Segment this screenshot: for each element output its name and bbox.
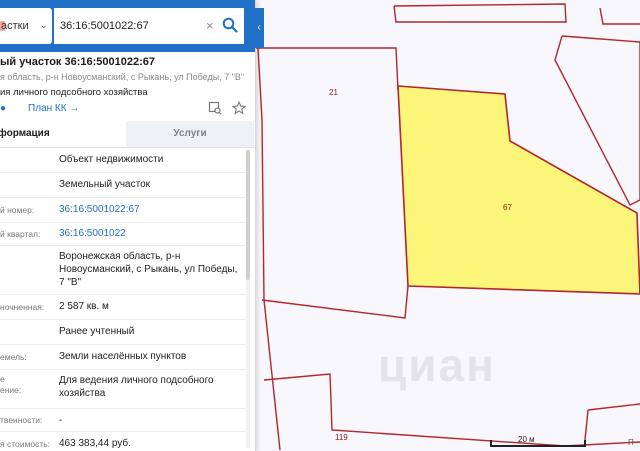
selected-parcel bbox=[397, 85, 640, 295]
cadastral-quarter-link[interactable]: 36:16:5001022 bbox=[59, 227, 245, 240]
plan-kk-label: План КК → bbox=[28, 103, 80, 114]
property-key: й номер: bbox=[0, 205, 35, 215]
search-input[interactable] bbox=[60, 8, 200, 44]
property-value: 2 587 кв. м bbox=[59, 301, 109, 312]
parcel-title: ый участок 36:16:5001022:67 bbox=[0, 56, 155, 68]
tab-information[interactable]: формация bbox=[0, 121, 125, 147]
property-row: твенности: - bbox=[0, 409, 250, 432]
search-bar: астки ⌄ × bbox=[0, 0, 255, 52]
property-row: Ранее учтенный bbox=[0, 320, 250, 345]
property-key: емель: bbox=[0, 352, 27, 362]
print-map-icon[interactable] bbox=[208, 101, 222, 115]
property-value: Земли населённых пунктов bbox=[59, 351, 187, 362]
property-value: Воронежская область, р-н Новоусманский, … bbox=[59, 251, 238, 288]
property-row: Земельный участок bbox=[0, 173, 250, 198]
parcel-label-21: 21 bbox=[329, 88, 338, 97]
collapse-panel-button[interactable]: ‹ bbox=[254, 8, 264, 48]
property-row: й номер: 36:16:5001022:67 bbox=[0, 198, 250, 223]
search-category-select[interactable]: астки ⌄ bbox=[0, 8, 52, 44]
property-row: я стоимость: 463 383,44 руб. bbox=[0, 432, 250, 451]
tab-services[interactable]: Услуги bbox=[126, 121, 254, 147]
cadastral-number-link[interactable]: 36:16:5001022:67 bbox=[59, 203, 245, 216]
header-actions bbox=[208, 100, 252, 120]
watermark-logo: циан bbox=[378, 339, 496, 391]
property-key: твенности: bbox=[0, 415, 43, 425]
clear-icon[interactable]: × bbox=[206, 18, 214, 33]
property-key: й квартал: bbox=[0, 229, 41, 239]
property-row: емель: Земли населённых пунктов bbox=[0, 345, 250, 370]
search-category-label: астки bbox=[1, 20, 29, 32]
property-value: Ранее учтенный bbox=[59, 326, 135, 337]
panel-tabs: формация Услуги bbox=[0, 121, 255, 148]
property-value: - bbox=[59, 415, 63, 426]
info-panel: астки ⌄ × ый участок 36:16:5001022:67 я … bbox=[0, 0, 256, 451]
parcel-address: я область, р-н Новоусманский, с Рыкань, … bbox=[0, 72, 245, 82]
property-value: 463 383,44 руб. bbox=[59, 438, 131, 449]
tab-information-label: формация bbox=[0, 128, 50, 139]
parcel-label-119: 119 bbox=[335, 433, 348, 442]
property-value: Земельный участок bbox=[59, 179, 151, 190]
properties-list: Объект недвижимости Земельный участок й … bbox=[0, 148, 250, 451]
property-row: ночненная: 2 587 кв. м bbox=[0, 295, 250, 320]
property-row: Объект недвижимости bbox=[0, 148, 250, 173]
property-row: Воронежская область, р-н Новоусманский, … bbox=[0, 246, 250, 295]
star-icon[interactable] bbox=[232, 100, 247, 115]
property-value: Для ведения личного подсобного хозяйства bbox=[59, 375, 214, 399]
property-key: ночненная: bbox=[0, 302, 45, 312]
property-value: Объект недвижимости bbox=[59, 154, 164, 165]
search-icon[interactable] bbox=[222, 17, 238, 38]
parcel-label-67: 67 bbox=[503, 203, 512, 212]
scale-bar: 20 м bbox=[490, 435, 586, 448]
edge-label: П bbox=[628, 438, 634, 447]
property-row: е ение: Для ведения личного подсобного х… bbox=[0, 370, 250, 409]
link-marker-icon: ● bbox=[0, 103, 7, 114]
chevron-down-icon: ⌄ bbox=[40, 20, 48, 30]
property-key: е ение: bbox=[0, 374, 22, 395]
property-key: я стоимость: bbox=[0, 439, 50, 449]
search-field[interactable]: × bbox=[54, 8, 244, 44]
scale-label: 20 м bbox=[518, 435, 535, 444]
parcel-purpose: ия личного подсобного хозяйства bbox=[0, 87, 148, 98]
plan-kk-link[interactable]: ● План КК → bbox=[0, 103, 79, 114]
scrollbar-thumb[interactable] bbox=[246, 150, 250, 280]
property-row: й квартал: 36:16:5001022 bbox=[0, 223, 250, 246]
